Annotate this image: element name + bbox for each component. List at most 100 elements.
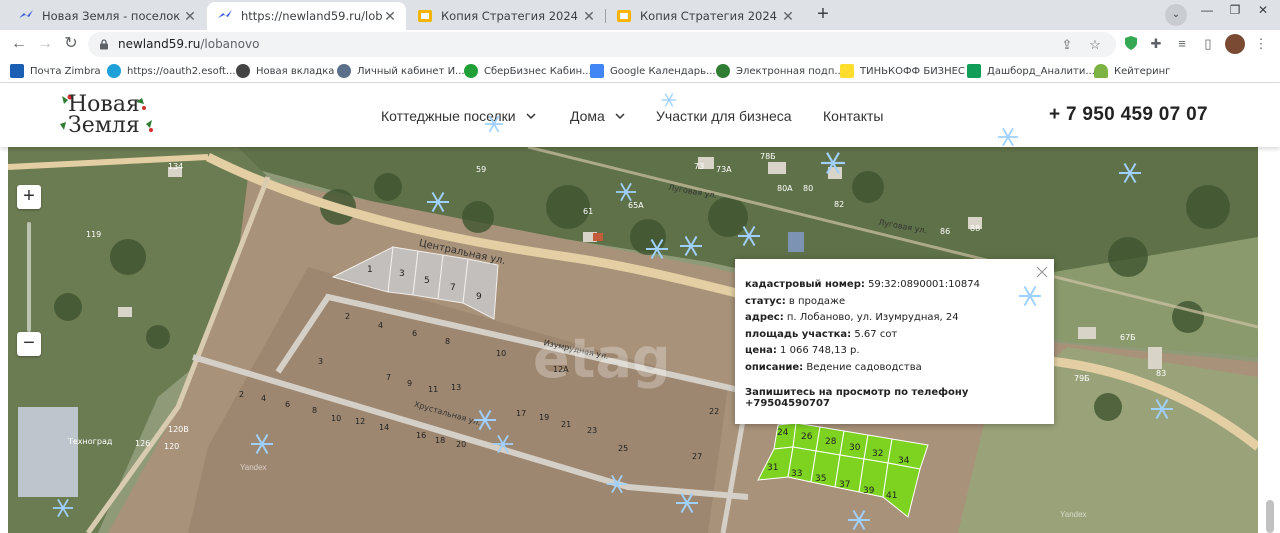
puzzle-icon[interactable]: ✚ — [1147, 35, 1165, 53]
plot-number: 13 — [451, 383, 462, 392]
house-number: 86 — [940, 227, 951, 236]
close-icon[interactable]: ✕ — [182, 8, 198, 24]
available-plot-number[interactable]: 30 — [849, 443, 860, 453]
bookmark-item[interactable]: Кейтеринг — [1094, 62, 1170, 80]
url-text: newland59.ru/lobanovo — [118, 37, 260, 51]
available-plot-number[interactable]: 28 — [825, 437, 836, 447]
yandex-label: Yandex — [240, 463, 267, 472]
available-plot-number[interactable]: 39 — [863, 486, 874, 496]
avatar[interactable] — [1225, 34, 1245, 54]
nav-houses[interactable]: Дома — [570, 108, 625, 124]
bookmark-item[interactable]: СберБизнес Кабин... — [464, 62, 592, 80]
back-arrow-icon[interactable]: ← — [9, 34, 29, 54]
signature-icon — [716, 64, 730, 78]
close-icon[interactable]: ✕ — [780, 8, 796, 24]
area-label: Техноград — [68, 437, 113, 446]
bookmark-item[interactable]: Новая вкладка — [236, 62, 334, 80]
available-plot-number[interactable]: 31 — [767, 463, 778, 473]
bookmark-item[interactable]: Личный кабинет И... — [337, 62, 465, 80]
plot-number: 20 — [456, 440, 467, 449]
nav-business-plots[interactable]: Участки для бизнеса — [656, 108, 792, 124]
sidebar-icon[interactable]: ▯ — [1199, 35, 1217, 53]
available-plot-number[interactable]: 35 — [815, 474, 826, 484]
snowflake-icon — [997, 127, 1019, 147]
bookmark-star-icon[interactable]: ☆ — [1086, 36, 1104, 54]
snowflake-icon — [738, 225, 760, 247]
zoom-slider[interactable] — [27, 222, 31, 332]
bookmarks-bar: Почта Zimbra https://oauth2.esoft... Нов… — [0, 58, 1280, 83]
media-list-icon[interactable]: ≡ — [1173, 35, 1191, 53]
browser-tab[interactable]: Новая Земля - поселок КРП - за ✕ — [8, 2, 206, 30]
available-plot-number[interactable]: 24 — [777, 428, 788, 438]
plot-number: 1 — [367, 265, 373, 275]
new-tab-button[interactable]: + — [811, 4, 835, 26]
calendar-icon — [590, 64, 604, 78]
house-number: 82 — [834, 200, 845, 209]
plot-number: 27 — [692, 452, 703, 461]
close-icon[interactable]: ✕ — [581, 8, 597, 24]
nav-contacts[interactable]: Контакты — [823, 108, 883, 124]
bookmark-item[interactable]: https://oauth2.esoft... — [107, 62, 236, 80]
plot-number: 16 — [416, 431, 427, 440]
snowflake-icon — [821, 152, 845, 174]
kebab-menu-icon[interactable]: ⋮ — [1252, 35, 1270, 53]
forward-arrow-icon[interactable]: → — [35, 34, 55, 54]
window-controls: — ❐ ✕ — [1190, 0, 1274, 22]
window-close-icon[interactable]: ✕ — [1252, 3, 1274, 21]
tab-title: Копия Стратегия 2024 - Google — [441, 9, 581, 23]
popup-row-address: адрес: п. Лобаново, ул. Изумрудная, 24 — [745, 312, 959, 324]
phone-number[interactable]: + 7 950 459 07 07 — [1049, 104, 1208, 126]
extension-shield-icon[interactable] — [1122, 35, 1140, 53]
plot-number: 7 — [450, 283, 456, 293]
share-icon[interactable]: ⇪ — [1058, 36, 1076, 54]
page-scrollbar[interactable] — [1266, 500, 1274, 533]
available-plot-number[interactable]: 41 — [886, 491, 897, 501]
snowflake-icon — [615, 182, 637, 202]
snowflake-icon — [646, 238, 668, 260]
newland-favicon-icon — [217, 8, 233, 24]
plot-number: 6 — [412, 329, 418, 338]
close-icon[interactable] — [1035, 265, 1049, 279]
house-number: 61 — [583, 207, 594, 216]
available-plot-number[interactable]: 26 — [801, 432, 812, 442]
plot-number: 9 — [407, 379, 413, 388]
nav-cottage-villages[interactable]: Коттеджные поселки — [381, 108, 536, 124]
bookmark-item[interactable]: ТИНЬКОФФ БИЗНЕС — [840, 62, 965, 80]
popup-row-area: площадь участка: 5.67 сот — [745, 328, 898, 340]
address-bar[interactable]: newland59.ru/lobanovo ⇪ ☆ — [88, 32, 1116, 57]
zoom-in-button[interactable]: + — [17, 185, 41, 209]
bookmark-item[interactable]: Электронная подп... — [716, 62, 844, 80]
minimize-icon[interactable]: — — [1196, 3, 1218, 21]
restore-icon[interactable]: ❐ — [1224, 3, 1246, 21]
plot-number: 12 — [355, 417, 366, 426]
reload-icon[interactable]: ↻ — [61, 34, 81, 54]
browser-tab-active[interactable]: https://newland59.ru/lobanovo ✕ — [207, 2, 406, 30]
bookmark-item[interactable]: Google Календарь... — [590, 62, 716, 80]
tab-title: Копия Стратегия 2024 - Google — [640, 9, 780, 23]
plot-number: 21 — [561, 420, 572, 429]
etagi-watermark: etag — [533, 327, 671, 390]
available-plot-number[interactable]: 32 — [872, 449, 883, 459]
logo[interactable]: Новая Земля — [58, 92, 168, 142]
plot-number: 22 — [709, 407, 720, 416]
popup-row-price: цена: 1 066 748,13 р. — [745, 345, 860, 357]
viewing-call-to-action: Запишитесь на просмотр по телефону +7950… — [745, 386, 969, 409]
snowflake-icon — [1151, 398, 1173, 420]
snowflake-icon — [676, 492, 698, 514]
tab-search-icon[interactable]: ⌄ — [1165, 4, 1187, 26]
zoom-out-button[interactable]: − — [17, 332, 41, 356]
house-number: 120В — [168, 425, 189, 434]
available-plot-number[interactable]: 37 — [839, 480, 850, 490]
sheets-icon — [967, 64, 981, 78]
tab-title: https://newland59.ru/lobanovo — [241, 9, 382, 23]
browser-tab[interactable]: Копия Стратегия 2024 - Google ✕ — [606, 2, 804, 30]
close-icon[interactable]: ✕ — [382, 8, 398, 24]
available-plot-number[interactable]: 34 — [898, 456, 909, 466]
bookmark-item[interactable]: Дашборд_Аналити... — [967, 62, 1095, 80]
map[interactable]: + − Центральная ул. Изумрудная ул. Хруст… — [8, 147, 1258, 533]
tinkoff-icon — [840, 64, 854, 78]
plot-number: 12А — [553, 365, 569, 374]
browser-tab[interactable]: Копия Стратегия 2024 - Google ✕ — [407, 2, 605, 30]
bookmark-item[interactable]: Почта Zimbra — [10, 62, 101, 80]
available-plot-number[interactable]: 33 — [791, 469, 802, 479]
